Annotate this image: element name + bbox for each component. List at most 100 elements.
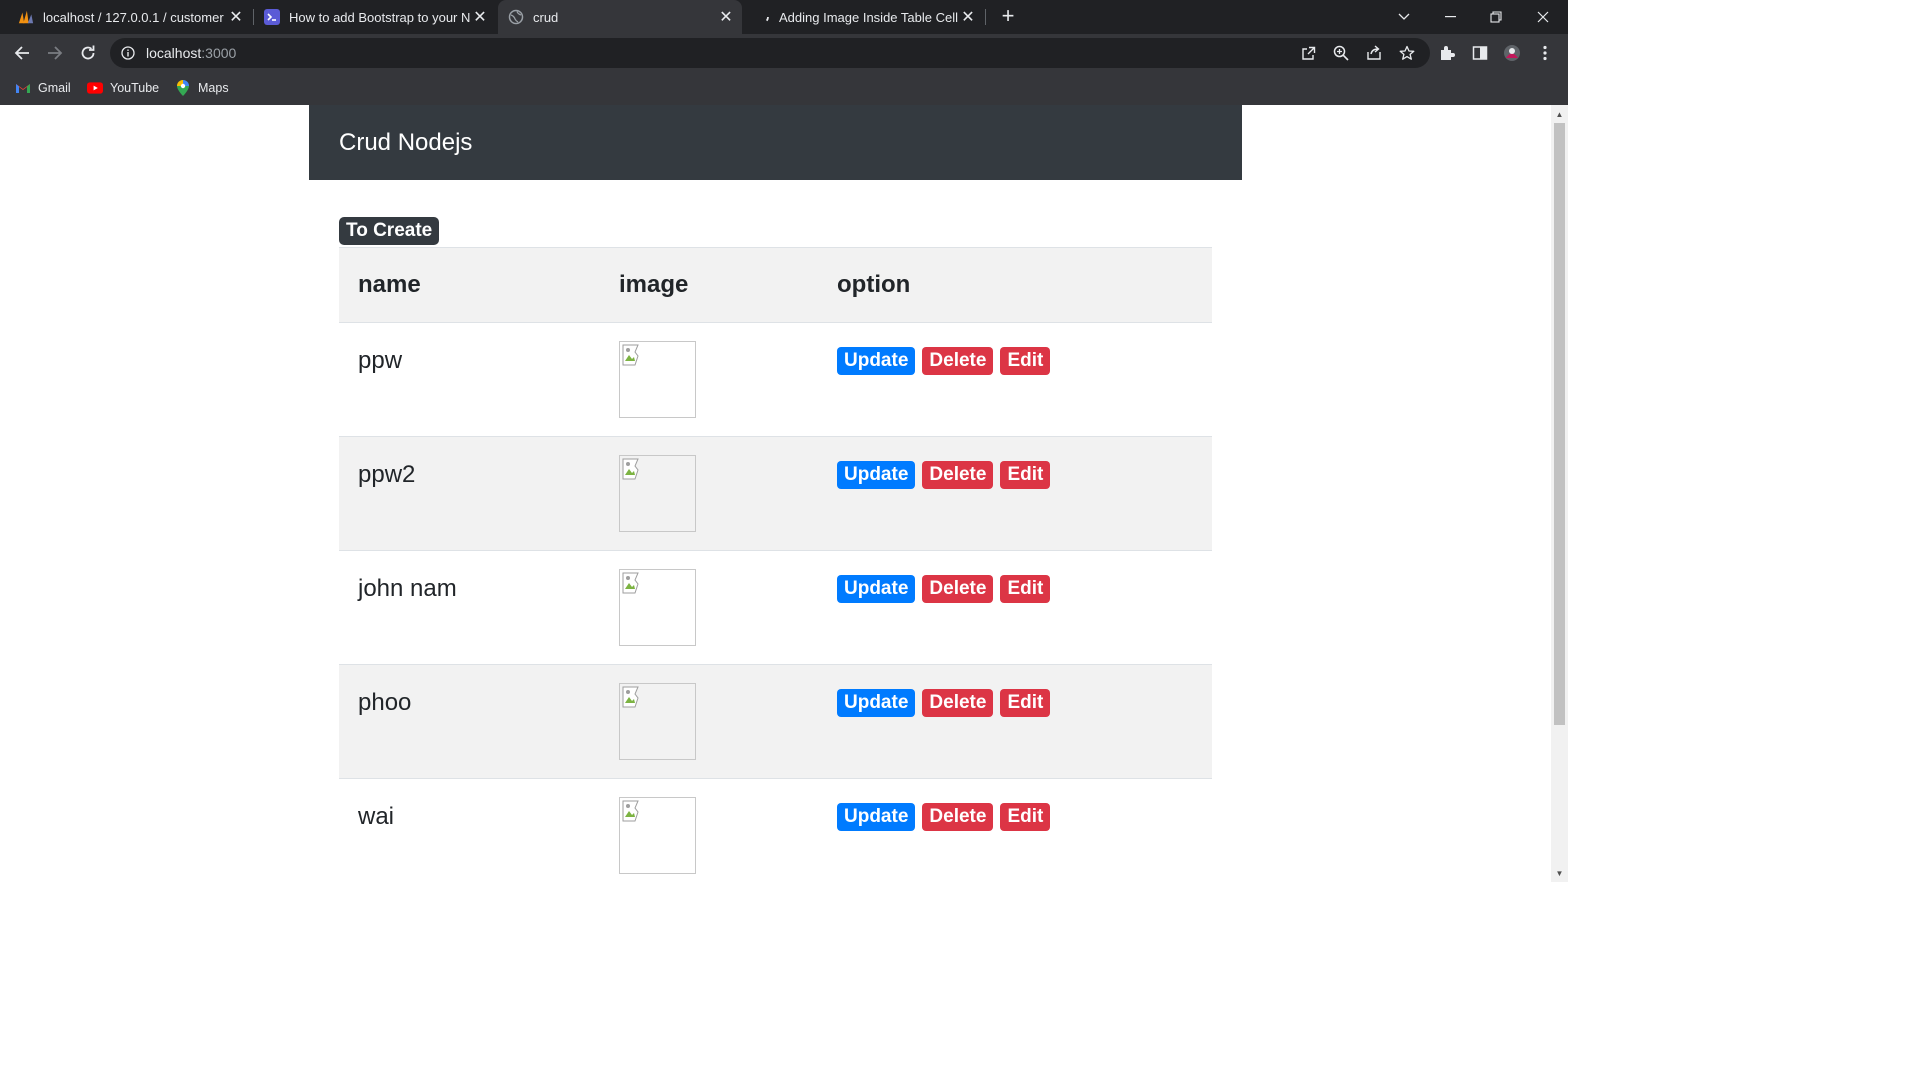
extensions-icon[interactable] [1435,41,1459,65]
restore-button[interactable] [1473,0,1519,34]
records-table: name image option ppw Update Delete Edit… [339,247,1212,882]
close-icon[interactable]: ✕ [958,7,978,27]
row-actions: Update Delete Edit [837,803,1212,831]
tab-crud[interactable]: crud ✕ [498,0,742,34]
tab-title: localhost / 127.0.0.1 / customer / [43,9,226,25]
share-icon[interactable] [1362,41,1386,65]
table-row: phoo Update Delete Edit [339,664,1212,779]
chevron-down-icon [1398,13,1410,20]
edit-button[interactable]: Edit [1000,347,1051,375]
url-text: localhost:3000 [146,45,236,61]
scroll-down-arrow-icon[interactable]: ▼ [1551,866,1568,880]
broken-image [619,455,696,532]
tab-title: How to add Bootstrap to your No [289,9,470,25]
create-button[interactable]: To Create [339,217,440,245]
bookmark-label: Gmail [38,81,71,95]
arrow-left-icon [14,46,29,60]
site-info-icon[interactable] [110,46,146,60]
url-port: :3000 [201,45,237,61]
browser-toolbar: localhost:3000 [0,34,1568,72]
bookmarks-bar: Gmail YouTube Maps [0,72,1568,106]
broken-image-icon [622,458,639,480]
bookmark-label: YouTube [110,81,160,95]
gmail-icon [15,80,31,96]
close-icon[interactable]: ✕ [716,7,736,27]
row-actions: Update Delete Edit [837,461,1212,489]
row-name: wai [358,803,395,830]
edit-button[interactable]: Edit [1000,461,1051,489]
bookmark-label: Maps [198,81,229,95]
bookmark-gmail[interactable]: Gmail [15,78,71,98]
tab-title: crud [533,9,559,25]
scrollbar-thumb[interactable] [1554,123,1565,725]
more-menu-icon[interactable] [1533,41,1557,65]
close-icon[interactable]: ✕ [470,7,490,27]
youtube-icon [87,80,103,96]
column-header-option: option [818,247,1212,323]
tab-divider [985,9,986,25]
scroll-up-arrow-icon[interactable]: ▲ [1551,107,1568,121]
close-window-button[interactable] [1520,0,1566,34]
table-header-row: name image option [339,247,1212,323]
tab-phpmyadmin[interactable]: localhost / 127.0.0.1 / customer / ✕ [8,0,252,34]
close-icon [1537,11,1549,23]
row-name: ppw [358,347,403,374]
maps-icon [175,80,191,96]
tab-title: Adding Image Inside Table Cell in [779,9,958,25]
delete-button[interactable]: Delete [922,803,994,831]
broken-image [619,683,696,760]
bookmark-maps[interactable]: Maps [175,78,229,98]
open-in-app-icon[interactable] [1296,41,1320,65]
table-row: john nam Update Delete Edit [339,550,1212,665]
update-button[interactable]: Update [837,347,916,375]
restore-icon [1490,11,1502,23]
row-actions: Update Delete Edit [837,347,1212,375]
navbar-brand[interactable]: Crud Nodejs [339,129,472,157]
reload-icon [81,45,95,60]
tab-adding-image[interactable]: Adding Image Inside Table Cell in ✕ [744,0,984,34]
delete-button[interactable]: Delete [922,689,994,717]
minimize-icon [1444,16,1456,18]
row-name: john nam [358,575,457,602]
url-host: localhost [146,45,202,61]
loading-icon [754,9,770,25]
navbar: Crud Nodejs [309,105,1242,180]
page-viewport: Crud Nodejs To Create name image option … [0,105,1551,882]
browser-tabstrip: localhost / 127.0.0.1 / customer / ✕ How… [0,0,1568,34]
delete-button[interactable]: Delete [922,347,994,375]
broken-image [619,341,696,418]
page-scrollbar[interactable]: ▲ ▼ [1551,105,1568,882]
table-row: wai Update Delete Edit [339,778,1212,882]
update-button[interactable]: Update [837,461,916,489]
forward-button[interactable] [43,41,67,65]
profile-avatar-icon[interactable] [1500,41,1524,65]
broken-image-icon [622,344,639,366]
update-button[interactable]: Update [837,575,916,603]
update-button[interactable]: Update [837,803,916,831]
column-header-image: image [600,247,818,323]
tab-bootstrap[interactable]: How to add Bootstrap to your No ✕ [254,0,496,34]
globe-icon [508,9,524,25]
row-name: ppw2 [358,461,416,488]
edit-button[interactable]: Edit [1000,575,1051,603]
edit-button[interactable]: Edit [1000,803,1051,831]
close-icon[interactable]: ✕ [226,7,246,27]
reload-button[interactable] [76,41,100,65]
broken-image-icon [622,572,639,594]
update-button[interactable]: Update [837,689,916,717]
bookmark-star-icon[interactable] [1395,41,1419,65]
side-panel-icon[interactable] [1468,41,1492,65]
arrow-right-icon [48,46,63,60]
zoom-icon[interactable] [1329,41,1353,65]
bookmark-youtube[interactable]: YouTube [87,78,159,98]
address-bar[interactable]: localhost:3000 [110,38,1430,68]
phpmyadmin-icon [18,9,34,25]
minimize-button[interactable] [1427,0,1473,34]
row-actions: Update Delete Edit [837,575,1212,603]
back-button[interactable] [10,41,34,65]
new-tab-button[interactable]: + [996,5,1020,29]
delete-button[interactable]: Delete [922,461,994,489]
edit-button[interactable]: Edit [1000,689,1051,717]
tab-search-button[interactable] [1381,0,1427,34]
delete-button[interactable]: Delete [922,575,994,603]
